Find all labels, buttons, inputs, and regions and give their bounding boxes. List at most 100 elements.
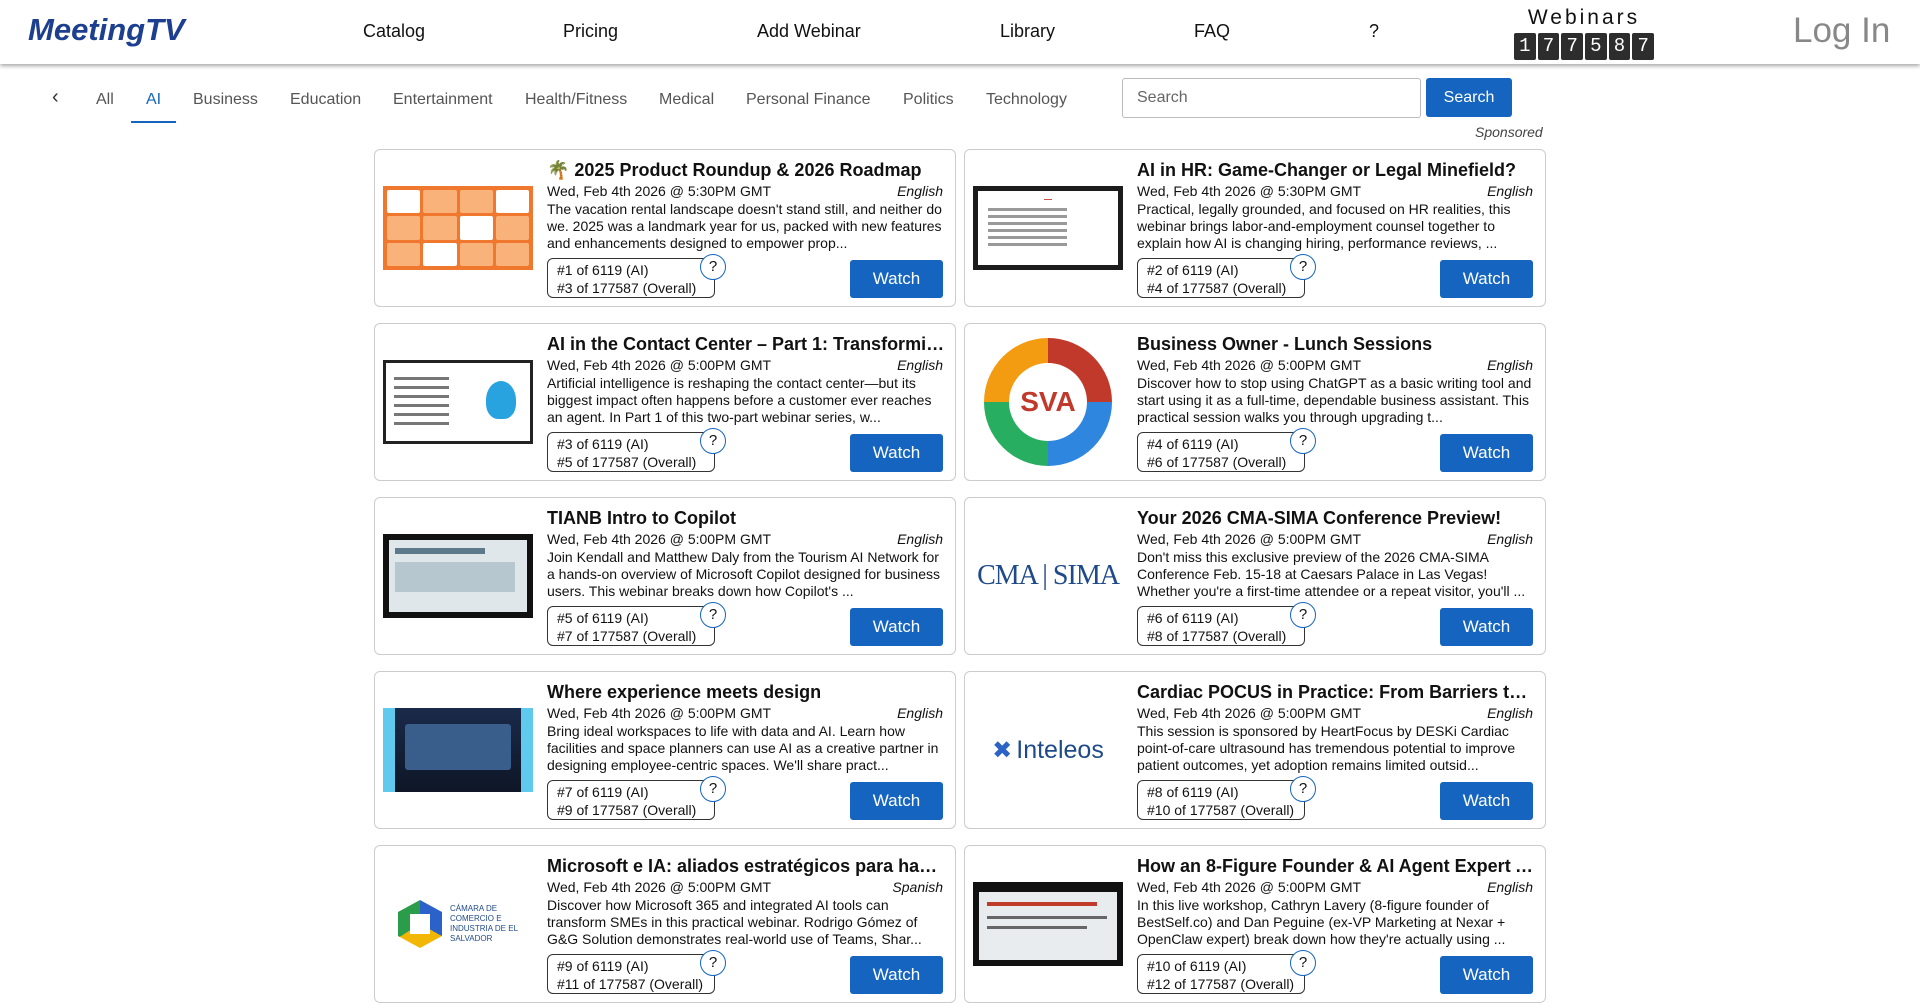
- webinar-thumbnail[interactable]: ✖ Inteleos: [973, 680, 1123, 820]
- webinar-card[interactable]: Where experience meets design Wed, Feb 4t…: [374, 671, 956, 829]
- watch-button[interactable]: Watch: [850, 434, 943, 472]
- rank-overall: #6 of 177587 (Overall): [1147, 454, 1287, 470]
- webinar-title[interactable]: Business Owner - Lunch Sessions: [1137, 334, 1537, 355]
- webinar-thumbnail[interactable]: [383, 332, 533, 472]
- webinar-card[interactable]: How an 8-Figure Founder & AI Agent Exper…: [964, 845, 1546, 1003]
- rank-help-icon[interactable]: ?: [1290, 950, 1316, 976]
- webinar-title[interactable]: How an 8-Figure Founder & AI Agent Exper…: [1137, 856, 1537, 877]
- webinar-card[interactable]: TIANB Intro to Copilot Wed, Feb 4th 2026 …: [374, 497, 956, 655]
- nav-catalog[interactable]: Catalog: [363, 21, 425, 42]
- watch-button[interactable]: Watch: [1440, 956, 1533, 994]
- webinar-card[interactable]: CMA | SIMA Your 2026 CMA-SIMA Conference …: [964, 497, 1546, 655]
- nav-add-webinar[interactable]: Add Webinar: [757, 21, 861, 42]
- rank-help-icon[interactable]: ?: [1290, 602, 1316, 628]
- webinar-date: Wed, Feb 4th 2026 @ 5:00PM GMT: [1137, 705, 1362, 721]
- rank-help-icon[interactable]: ?: [1290, 776, 1316, 802]
- rank-help-icon[interactable]: ?: [700, 950, 726, 976]
- webinar-title[interactable]: TIANB Intro to Copilot: [547, 508, 947, 529]
- webinar-title[interactable]: Your 2026 CMA-SIMA Conference Preview!: [1137, 508, 1537, 529]
- rank-help-icon[interactable]: ?: [700, 254, 726, 280]
- rank-help-icon[interactable]: ?: [1290, 428, 1316, 454]
- category-tab-entertainment[interactable]: Entertainment: [393, 91, 493, 121]
- webinar-card[interactable]: — AI in HR: Game-Changer or Legal Minefie…: [964, 149, 1546, 307]
- webinar-thumbnail[interactable]: CMA | SIMA: [973, 506, 1123, 646]
- webinar-card[interactable]: AI in the Contact Center – Part 1: Trans…: [374, 323, 956, 481]
- rank-box: #2 of 6119 (AI) #4 of 177587 (Overall): [1137, 258, 1305, 298]
- webinar-title[interactable]: Cardiac POCUS in Practice: From Barriers…: [1137, 682, 1537, 703]
- rank-overall: #10 of 177587 (Overall): [1147, 802, 1295, 818]
- meetingtv-logo[interactable]: MeetingTV: [28, 12, 185, 48]
- rank-overall: #12 of 177587 (Overall): [1147, 976, 1295, 992]
- webinar-description: This session is sponsored by HeartFocus …: [1137, 723, 1516, 773]
- webinar-card[interactable]: CÁMARA DE COMERCIO E INDUSTRIA DE EL SAL…: [374, 845, 956, 1003]
- rank-category: #3 of 6119 (AI): [557, 436, 649, 452]
- rank-box: #9 of 6119 (AI) #11 of 177587 (Overall): [547, 954, 715, 994]
- webinar-language: Spanish: [892, 879, 943, 895]
- webinar-thumbnail[interactable]: [973, 854, 1123, 994]
- rank-category: #1 of 6119 (AI): [557, 262, 649, 278]
- webinar-language: English: [897, 183, 943, 199]
- search-button[interactable]: Search: [1426, 78, 1512, 117]
- category-tab-ai[interactable]: AI: [131, 91, 177, 123]
- webinar-title[interactable]: AI in HR: Game-Changer or Legal Minefiel…: [1137, 160, 1537, 181]
- chevron-left-icon[interactable]: ‹: [52, 86, 59, 109]
- nav-faq[interactable]: FAQ: [1194, 21, 1230, 42]
- watch-button[interactable]: Watch: [850, 956, 943, 994]
- webinar-card[interactable]: ✖ Inteleos Cardiac POCUS in Practice: From…: [964, 671, 1546, 829]
- nav-help[interactable]: ?: [1369, 21, 1379, 42]
- login-link[interactable]: Log In: [1793, 11, 1890, 51]
- webinar-thumbnail[interactable]: CÁMARA DE COMERCIO E INDUSTRIA DE EL SAL…: [383, 854, 533, 994]
- watch-button[interactable]: Watch: [1440, 260, 1533, 298]
- rank-overall: #3 of 177587 (Overall): [557, 280, 697, 296]
- webinar-thumbnail[interactable]: —: [973, 158, 1123, 298]
- rank-category: #2 of 6119 (AI): [1147, 262, 1239, 278]
- webinar-language: English: [897, 531, 943, 547]
- nav-library[interactable]: Library: [1000, 21, 1055, 42]
- rank-category: #7 of 6119 (AI): [557, 784, 649, 800]
- webinar-title[interactable]: Microsoft e IA: aliados estratégicos par…: [547, 856, 947, 877]
- webinar-card[interactable]: SVA Business Owner - Lunch Sessions Wed, F…: [964, 323, 1546, 481]
- watch-button[interactable]: Watch: [1440, 608, 1533, 646]
- counter-digits: 177587: [1513, 33, 1655, 60]
- watch-button[interactable]: Watch: [1440, 434, 1533, 472]
- webinar-thumbnail[interactable]: [383, 158, 533, 298]
- webinar-date: Wed, Feb 4th 2026 @ 5:00PM GMT: [547, 357, 772, 373]
- rank-help-icon[interactable]: ?: [700, 776, 726, 802]
- watch-button[interactable]: Watch: [850, 608, 943, 646]
- webinar-language: English: [897, 705, 943, 721]
- webinar-thumbnail[interactable]: [383, 506, 533, 646]
- category-tab-politics[interactable]: Politics: [903, 91, 954, 121]
- webinar-description: Don't miss this exclusive preview of the…: [1137, 549, 1526, 599]
- nav-pricing[interactable]: Pricing: [563, 21, 618, 42]
- category-tab-personal-finance[interactable]: Personal Finance: [746, 91, 871, 121]
- webinar-title[interactable]: 🌴 2025 Product Roundup & 2026 Roadmap: [547, 160, 947, 181]
- webinar-title[interactable]: Where experience meets design: [547, 682, 947, 703]
- watch-button[interactable]: Watch: [1440, 782, 1533, 820]
- webinar-title[interactable]: AI in the Contact Center – Part 1: Trans…: [547, 334, 947, 355]
- rank-category: #4 of 6119 (AI): [1147, 436, 1239, 452]
- category-tab-all[interactable]: All: [96, 91, 114, 121]
- rank-help-icon[interactable]: ?: [1290, 254, 1316, 280]
- category-tab-technology[interactable]: Technology: [986, 91, 1067, 121]
- search-input[interactable]: [1122, 78, 1421, 118]
- rank-help-icon[interactable]: ?: [700, 602, 726, 628]
- webinar-thumbnail[interactable]: SVA: [973, 332, 1123, 472]
- counter-digit: 1: [1513, 33, 1536, 60]
- webinar-card[interactable]: 🌴 2025 Product Roundup & 2026 Roadmap Wed…: [374, 149, 956, 307]
- top-header: MeetingTV Catalog Pricing Add Webinar Libra…: [0, 0, 1920, 64]
- category-tab-health-fitness[interactable]: Health/Fitness: [525, 91, 627, 121]
- counter-label: Webinars: [1527, 6, 1641, 29]
- watch-button[interactable]: Watch: [850, 260, 943, 298]
- webinar-date: Wed, Feb 4th 2026 @ 5:30PM GMT: [1137, 183, 1362, 199]
- category-tab-medical[interactable]: Medical: [659, 91, 714, 121]
- webinar-thumbnail[interactable]: [383, 680, 533, 820]
- webinar-description: Discover how Microsoft 365 and integrate…: [547, 897, 922, 947]
- rank-help-icon[interactable]: ?: [700, 428, 726, 454]
- webinar-date: Wed, Feb 4th 2026 @ 5:00PM GMT: [547, 879, 772, 895]
- counter-digit: 8: [1608, 33, 1631, 60]
- watch-button[interactable]: Watch: [850, 782, 943, 820]
- category-tab-business[interactable]: Business: [193, 91, 258, 121]
- rank-box: #10 of 6119 (AI) #12 of 177587 (Overall): [1137, 954, 1305, 994]
- category-tab-education[interactable]: Education: [290, 91, 361, 121]
- category-bar: ‹ All AI Business Education Entertainment Hea…: [0, 64, 1920, 140]
